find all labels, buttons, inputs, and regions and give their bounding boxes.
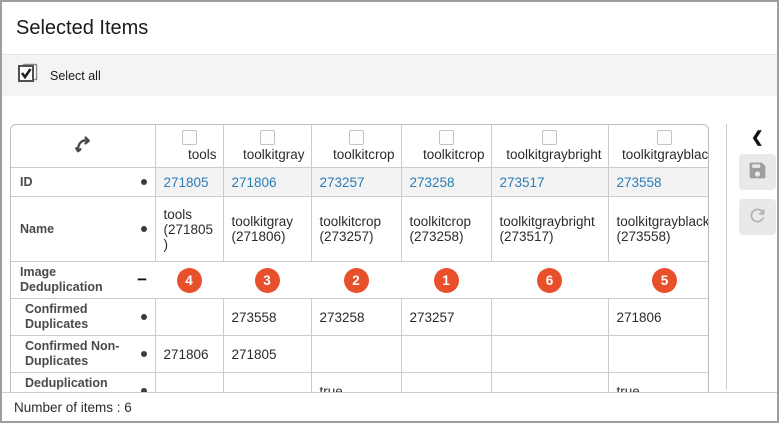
table-row-id: ID 271805 271806 273257 273258 273517 27… — [11, 168, 709, 197]
column-checkbox-toolkitgrayblack[interactable] — [657, 130, 672, 145]
page-title: Selected Items — [2, 2, 777, 54]
confirmed-duplicates-cell: 273558 — [223, 299, 311, 336]
save-button[interactable] — [739, 154, 776, 190]
dedup-order-badge: 1 — [434, 268, 459, 293]
table-row-confirmed-duplicates: Confirmed Duplicates 273558 273258 27325… — [11, 299, 709, 336]
bullet-icon — [141, 314, 147, 320]
name-cell: toolkitgraybright (273517) — [491, 197, 608, 262]
confirmed-duplicates-cell: 273258 — [311, 299, 401, 336]
bullet-icon — [141, 226, 147, 232]
row-label-confirmed-duplicates: Confirmed Duplicates — [25, 302, 141, 332]
column-header-label: tools — [188, 145, 223, 165]
item-count-text: Number of items : 6 — [14, 400, 132, 415]
bullet-icon — [141, 351, 147, 357]
collapse-group-icon[interactable]: − — [137, 274, 147, 286]
refresh-button[interactable] — [739, 199, 776, 235]
content-area: tools toolkitgray toolkitcrop toolkitcro… — [2, 124, 777, 410]
items-table-container: tools toolkitgray toolkitcrop toolkitcro… — [10, 124, 709, 410]
select-all-icon — [16, 62, 39, 89]
table-header-row: tools toolkitgray toolkitcrop toolkitcro… — [11, 125, 709, 168]
column-checkbox-toolkitgraybright[interactable] — [542, 130, 557, 145]
confirmed-non-duplicates-cell — [401, 336, 491, 373]
table-row-image-deduplication: Image Deduplication− 4 3 2 1 6 5 — [11, 262, 709, 299]
dedup-order-badge: 4 — [177, 268, 202, 293]
confirmed-duplicates-cell: 271806 — [608, 299, 709, 336]
confirmed-non-duplicates-cell — [311, 336, 401, 373]
confirmed-duplicates-cell — [491, 299, 608, 336]
toolbar: Select all — [2, 54, 777, 96]
column-header-label: toolkitcrop — [333, 145, 401, 165]
confirmed-non-duplicates-cell — [608, 336, 709, 373]
confirmed-non-duplicates-cell: 271806 — [155, 336, 223, 373]
column-checkbox-tools[interactable] — [182, 130, 197, 145]
column-checkbox-toolkitcrop-1[interactable] — [349, 130, 364, 145]
save-icon — [747, 160, 768, 184]
dedup-order-badge: 5 — [652, 268, 677, 293]
confirmed-non-duplicates-cell: 271805 — [223, 336, 311, 373]
confirmed-duplicates-cell: 273257 — [401, 299, 491, 336]
row-label-name: Name — [20, 222, 54, 237]
column-checkbox-toolkitcrop-2[interactable] — [439, 130, 454, 145]
id-link[interactable]: 273558 — [617, 175, 662, 190]
id-link[interactable]: 271805 — [164, 175, 209, 190]
column-header-label: toolkitgraybright — [506, 145, 607, 165]
dedup-order-badge: 3 — [255, 268, 280, 293]
id-link[interactable]: 271806 — [232, 175, 277, 190]
items-table: tools toolkitgray toolkitcrop toolkitcro… — [11, 125, 709, 409]
name-cell: toolkitcrop (273258) — [401, 197, 491, 262]
refresh-icon — [747, 205, 768, 229]
selected-items-panel: Selected Items Select all — [0, 0, 779, 423]
transpose-icon — [73, 134, 93, 159]
dedup-order-badge: 2 — [344, 268, 369, 293]
name-cell: toolkitgray (271806) — [223, 197, 311, 262]
panel-divider — [726, 124, 727, 390]
status-bar: Number of items : 6 — [2, 392, 777, 421]
table-row-name: Name tools (271805) toolkitgray (271806)… — [11, 197, 709, 262]
transpose-button[interactable] — [11, 125, 155, 167]
group-label-image-deduplication: Image Deduplication — [20, 265, 127, 295]
column-checkbox-toolkitgray[interactable] — [260, 130, 275, 145]
id-link[interactable]: 273257 — [320, 175, 365, 190]
column-header-label: toolkitgray — [243, 145, 311, 165]
name-cell: toolkitgrayblack (273558) — [608, 197, 709, 262]
row-label-confirmed-non-duplicates: Confirmed Non-Duplicates — [25, 339, 141, 369]
id-link[interactable]: 273517 — [500, 175, 545, 190]
confirmed-duplicates-cell — [155, 299, 223, 336]
select-all-button[interactable]: Select all — [16, 62, 101, 89]
dedup-order-badge: 6 — [537, 268, 562, 293]
confirmed-non-duplicates-cell — [491, 336, 608, 373]
name-cell: tools (271805) — [155, 197, 223, 262]
table-row-confirmed-non-duplicates: Confirmed Non-Duplicates 271806 271805 — [11, 336, 709, 373]
bullet-icon — [141, 179, 147, 185]
column-header-label: toolkitcrop — [423, 145, 491, 165]
collapse-panel-button[interactable]: ❮ — [751, 124, 764, 154]
column-header-label: toolkitgrayblack — [622, 145, 709, 165]
side-panel: ❮ — [738, 124, 777, 244]
id-link[interactable]: 273258 — [410, 175, 455, 190]
name-cell: toolkitcrop (273257) — [311, 197, 401, 262]
select-all-label: Select all — [50, 69, 101, 83]
row-label-id: ID — [20, 175, 33, 190]
